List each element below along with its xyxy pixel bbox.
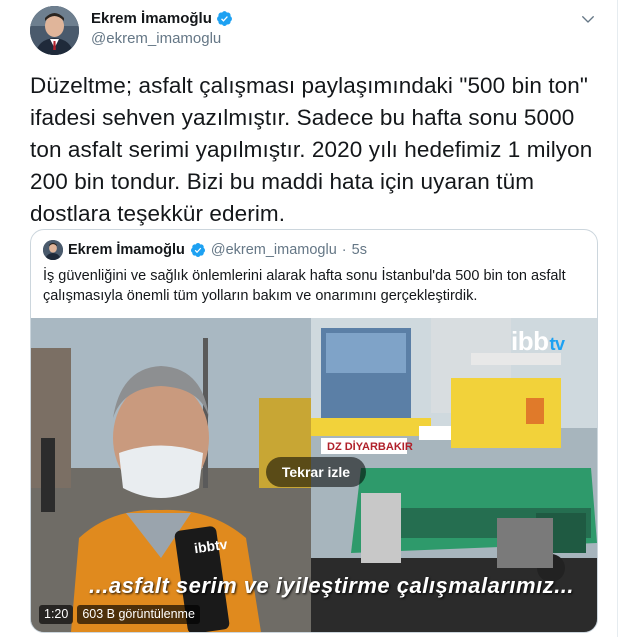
quoted-author-avatar xyxy=(43,240,63,260)
chevron-down-icon[interactable] xyxy=(579,10,597,28)
quoted-author-handle: @ekrem_imamoglu xyxy=(210,242,337,258)
video-caption: ...asfalt serim ve iyileştirme çalışmala… xyxy=(89,573,575,598)
quoted-author-display-name: Ekrem İmamoğlu xyxy=(68,242,185,258)
quoted-avatar-image xyxy=(43,240,63,260)
author-display-name[interactable]: Ekrem İmamoğlu xyxy=(91,10,212,27)
quoted-timestamp: 5s xyxy=(351,242,367,258)
author-info: Ekrem İmamoğlu @ekrem_imamoglu xyxy=(91,10,233,47)
quoted-tweet[interactable]: Ekrem İmamoğlu @ekrem_imamoglu · 5s İş g… xyxy=(30,229,598,633)
sign-text: DZ DİYARBAKIR xyxy=(327,440,413,453)
video-player[interactable]: DZ DİYARBAKIR ibbtv ibbtv Tekrar izle ..… xyxy=(31,318,597,632)
verified-badge-icon xyxy=(216,11,232,26)
brand-suffix: tv xyxy=(549,334,566,354)
tweet-card: Ekrem İmamoğlu @ekrem_imamoglu Düzeltme;… xyxy=(0,0,618,637)
quoted-separator: · xyxy=(341,242,347,258)
author-avatar[interactable] xyxy=(30,6,79,55)
video-info-bar: 1:20 603 B görüntülenme xyxy=(39,605,200,624)
quoted-verified-badge-icon xyxy=(190,243,205,257)
video-duration: 1:20 xyxy=(39,605,74,624)
brand-text: ibb xyxy=(511,326,549,356)
author-handle[interactable]: @ekrem_imamoglu xyxy=(91,30,233,47)
quoted-tweet-header: Ekrem İmamoğlu @ekrem_imamoglu · 5s xyxy=(43,240,367,260)
tweet-text: Düzeltme; asfalt çalışması paylaşımındak… xyxy=(30,73,593,226)
video-brand-logo: ibbtv xyxy=(511,326,565,357)
replay-button[interactable]: Tekrar izle xyxy=(266,457,366,487)
video-views: 603 B görüntülenme xyxy=(77,605,200,624)
quoted-tweet-text: İş güvenliğini ve sağlık önlemlerini ala… xyxy=(43,268,566,304)
tweet-header: Ekrem İmamoğlu @ekrem_imamoglu xyxy=(30,6,601,56)
avatar-image xyxy=(30,6,79,55)
